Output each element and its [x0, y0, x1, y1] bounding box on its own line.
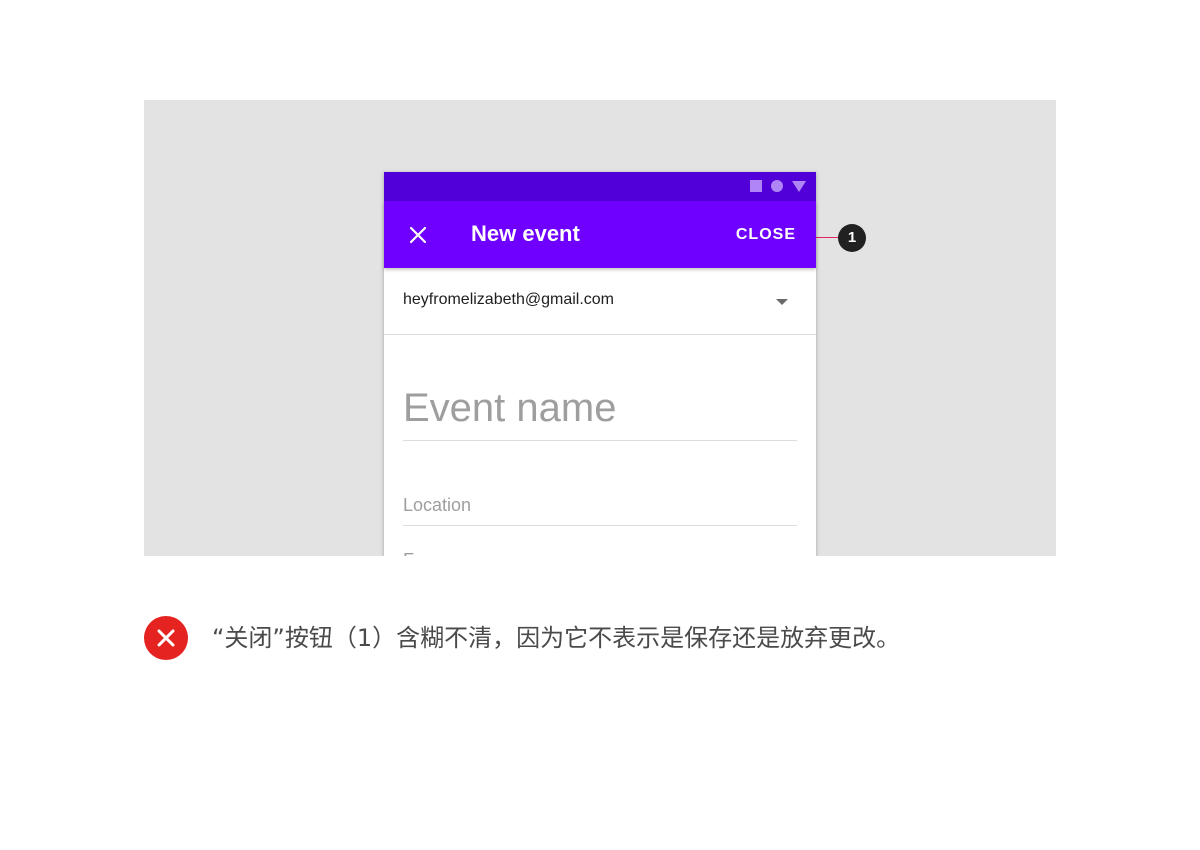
square-icon	[750, 180, 762, 192]
app-bar-title: New event	[471, 221, 580, 246]
location-field	[403, 492, 797, 526]
caption-text: “关闭”按钮（1）含糊不清，因为它不表示是保存还是放弃更改。	[212, 624, 901, 652]
arrow-drop-down-icon	[776, 299, 788, 305]
triangle-icon	[792, 180, 806, 192]
close-icon[interactable]	[406, 223, 430, 247]
status-bar	[384, 172, 816, 201]
cut-off-field-label: F	[403, 548, 414, 556]
circle-icon	[771, 180, 783, 192]
callout-connector	[816, 237, 838, 238]
status-icons	[750, 180, 806, 192]
phone-screen: New event CLOSE heyfromelizabeth@gmail.c…	[384, 172, 816, 556]
dont-x-icon	[144, 616, 188, 660]
example-stage: New event CLOSE heyfromelizabeth@gmail.c…	[144, 100, 1056, 556]
event-name-input[interactable]	[403, 384, 797, 432]
event-name-field	[403, 382, 797, 441]
location-input[interactable]	[403, 492, 797, 518]
app-bar: New event CLOSE	[384, 201, 816, 268]
callout-badge: 1	[838, 224, 866, 252]
close-text-button[interactable]: CLOSE	[736, 225, 796, 245]
account-email: heyfromelizabeth@gmail.com	[403, 291, 614, 308]
account-selector[interactable]: heyfromelizabeth@gmail.com	[384, 268, 816, 335]
